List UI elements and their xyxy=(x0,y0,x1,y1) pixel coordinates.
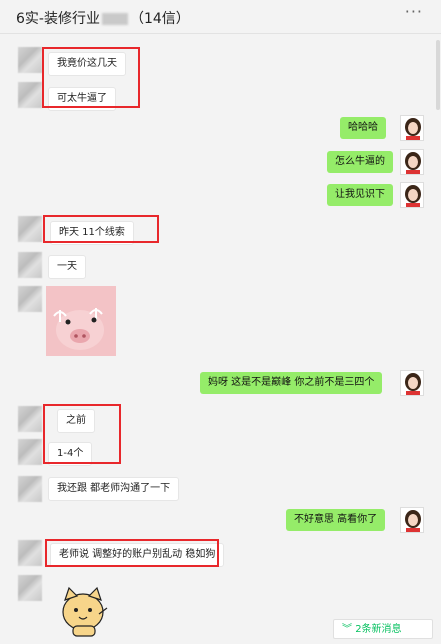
more-options-icon[interactable]: ··· xyxy=(405,2,423,21)
girl-avatar-icon xyxy=(405,510,421,532)
contact-avatar[interactable] xyxy=(18,439,42,465)
contact-avatar[interactable] xyxy=(18,540,42,566)
contact-avatar[interactable] xyxy=(18,252,42,278)
girl-avatar-icon xyxy=(405,373,421,395)
new-messages-button[interactable]: ︾ 2条新消息 xyxy=(333,619,433,639)
double-chevron-down-icon: ︾ xyxy=(342,624,352,635)
my-avatar[interactable] xyxy=(400,115,424,141)
my-avatar[interactable] xyxy=(400,370,424,396)
chat-title-suffix: （14信） xyxy=(129,11,190,27)
blurred-name xyxy=(101,13,128,25)
new-messages-label: 2条新消息 xyxy=(355,624,402,635)
highlight-box xyxy=(45,539,219,567)
message-bubble-incoming: 一天 xyxy=(48,255,86,279)
message-bubble-outgoing: 不好意思 高看你了 xyxy=(286,509,386,531)
message-bubble-incoming: 我还跟 都老师沟通了一下 xyxy=(48,477,180,501)
contact-avatar[interactable] xyxy=(18,406,42,432)
scrollbar[interactable] xyxy=(436,40,440,110)
highlight-box xyxy=(43,404,121,464)
contact-avatar[interactable] xyxy=(18,82,42,108)
dog-sticker[interactable] xyxy=(55,584,113,638)
pig-face-icon xyxy=(46,286,116,356)
message-bubble-outgoing: 让我见识下 xyxy=(327,184,393,206)
message-bubble-outgoing: 怎么牛逼的 xyxy=(327,151,393,173)
chat-header: 6实-装修行业 （14信） ··· xyxy=(0,0,441,34)
contact-avatar[interactable] xyxy=(18,286,42,312)
girl-avatar-icon xyxy=(405,118,421,140)
message-bubble-outgoing: 妈呀 这是不是巅峰 你之前不是三四个 xyxy=(200,372,383,394)
girl-avatar-icon xyxy=(405,185,421,207)
highlight-box xyxy=(43,215,159,243)
contact-avatar[interactable] xyxy=(18,476,42,502)
my-avatar[interactable] xyxy=(400,507,424,533)
contact-avatar[interactable] xyxy=(18,216,42,242)
pig-image[interactable] xyxy=(46,286,116,356)
shiba-dog-icon xyxy=(62,586,108,637)
girl-avatar-icon xyxy=(405,152,421,174)
my-avatar[interactable] xyxy=(400,182,424,208)
my-avatar[interactable] xyxy=(400,149,424,175)
message-bubble-outgoing: 哈哈哈 xyxy=(340,117,386,139)
chat-title-prefix: 6实-装修行业 xyxy=(16,11,100,27)
contact-avatar[interactable] xyxy=(18,575,42,601)
chat-title: 6实-装修行业 （14信） xyxy=(16,8,190,28)
contact-avatar[interactable] xyxy=(18,47,42,73)
highlight-box xyxy=(42,47,140,108)
